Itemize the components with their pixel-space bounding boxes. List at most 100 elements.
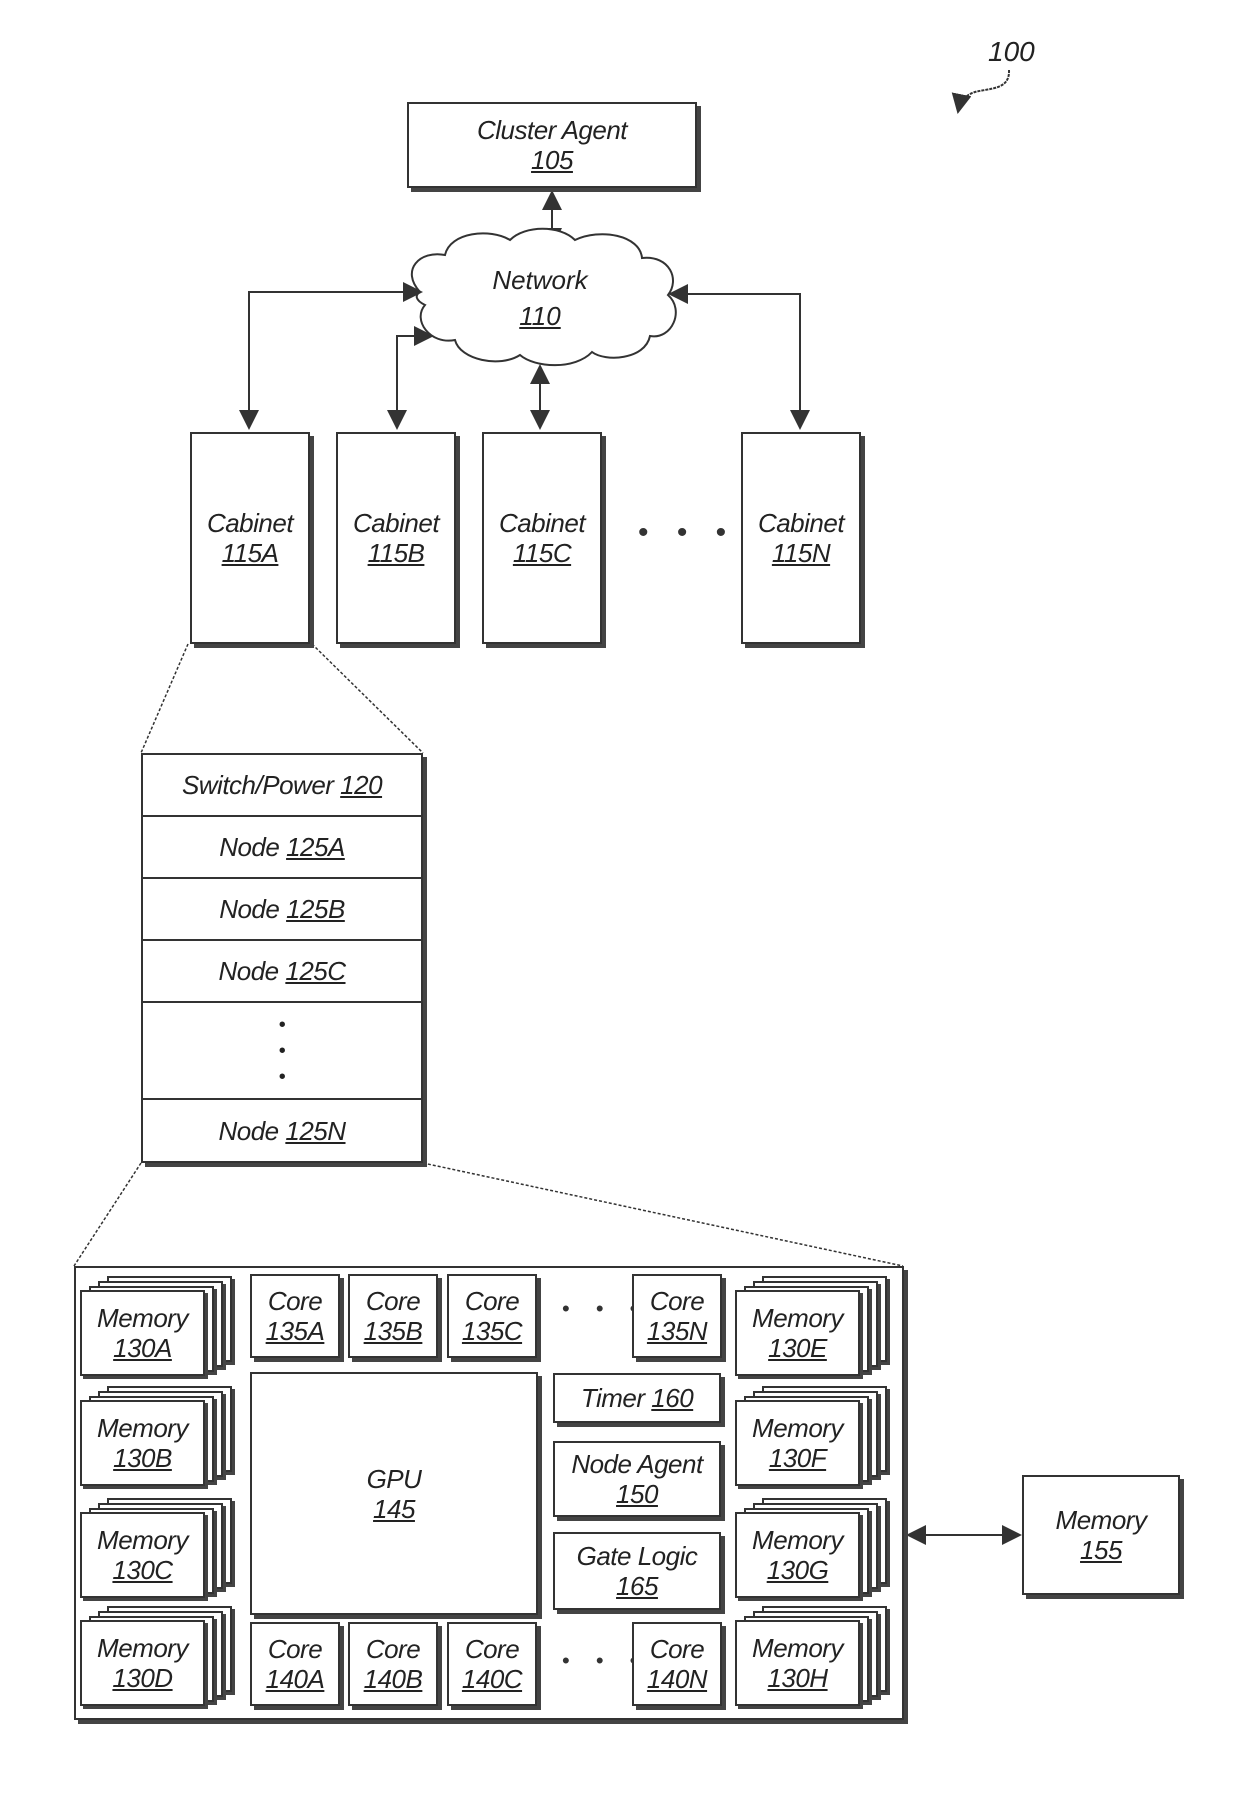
switch-power-ref: 120: [340, 770, 383, 800]
figure-ref-pointer: [951, 69, 1011, 114]
node-ref: 125N: [285, 1115, 346, 1146]
cabinet-115c: Cabinet 115C: [482, 432, 602, 644]
memory-name: Memory: [97, 1633, 188, 1663]
core-ref: 140N: [646, 1664, 708, 1694]
memory-ref: 130G: [766, 1555, 829, 1585]
cabinet-ref: 115N: [771, 538, 831, 568]
memory-name: Memory: [97, 1303, 188, 1333]
cabinet-ref: 115C: [512, 538, 572, 568]
core-140b: Core 140B: [348, 1622, 438, 1706]
memory-ref: 130D: [112, 1663, 173, 1693]
core-ref: 135B: [363, 1316, 423, 1346]
gate-logic-name: Gate Logic: [576, 1541, 698, 1571]
core-name: Core: [365, 1286, 421, 1316]
cabinet-name: Cabinet: [206, 508, 294, 538]
memory-ref: 130A: [113, 1333, 172, 1363]
core-name: Core: [267, 1634, 323, 1664]
core-135b: Core 135B: [348, 1274, 438, 1358]
zoom-line: [73, 1162, 142, 1267]
node-name: Node: [219, 832, 280, 862]
memory-name: Memory: [97, 1525, 188, 1555]
core-ref: 135C: [461, 1316, 523, 1346]
cluster-agent-ref: 105: [531, 145, 573, 175]
gpu-ref: 145: [373, 1493, 415, 1524]
memory-ref: 130C: [112, 1555, 173, 1585]
memory-name: Memory: [752, 1413, 843, 1443]
network-name: Network: [492, 265, 588, 295]
node-ellipsis-row: • • •: [143, 1003, 421, 1100]
memory-ref: 155: [1080, 1535, 1122, 1565]
timer-name: Timer: [580, 1383, 645, 1413]
core-135a: Core 135A: [250, 1274, 340, 1358]
core-140c: Core 140C: [447, 1622, 537, 1706]
core-135n: Core 135N: [632, 1274, 722, 1358]
gpu-145: GPU 145: [250, 1372, 538, 1615]
cabinet-name: Cabinet: [352, 508, 440, 538]
core-140n: Core 140N: [632, 1622, 722, 1706]
memory-name: Memory: [1055, 1505, 1147, 1535]
node-name: Node: [218, 1115, 279, 1146]
node-name: Node: [219, 894, 280, 924]
memory-name: Memory: [752, 1525, 843, 1555]
core-name: Core: [649, 1286, 705, 1316]
core-140a: Core 140A: [250, 1622, 340, 1706]
node-agent-ref: 150: [616, 1479, 658, 1509]
cabinet-detail-stack: Switch/Power 120 Node 125A Node 125B Nod…: [141, 753, 423, 1163]
memory-name: Memory: [97, 1413, 188, 1443]
node-agent-150: Node Agent 150: [553, 1441, 721, 1517]
network-label: Network 110: [480, 262, 600, 334]
cabinet-ellipsis: • • •: [638, 516, 737, 549]
memory-ref: 130F: [768, 1443, 827, 1473]
cabinet-name: Cabinet: [757, 508, 845, 538]
memory-ref: 130H: [767, 1663, 828, 1693]
arrow-network-cabinet-a: [239, 282, 423, 430]
node-ref: 125B: [286, 894, 345, 924]
node-ref: 125C: [285, 956, 346, 986]
arrow-network-cabinet-b: [387, 326, 434, 430]
zoom-line: [311, 643, 424, 754]
timer-ref: 160: [651, 1383, 694, 1413]
node-agent-name: Node Agent: [571, 1449, 703, 1479]
core-ref: 140C: [461, 1664, 523, 1694]
node-row-125n: Node 125N: [143, 1100, 421, 1161]
memory-ref: 130E: [768, 1333, 827, 1363]
zoom-line: [422, 1162, 904, 1267]
core-ref: 140B: [363, 1664, 423, 1694]
cabinet-ref: 115A: [221, 538, 279, 568]
core-name: Core: [267, 1286, 323, 1316]
cabinet-115n: Cabinet 115N: [741, 432, 861, 644]
arrow-network-cabinet-n: [668, 284, 810, 430]
memory-name: Memory: [752, 1633, 843, 1663]
cluster-agent-box: Cluster Agent 105: [407, 102, 697, 188]
core-ref: 140A: [265, 1664, 325, 1694]
core-135c: Core 135C: [447, 1274, 537, 1358]
memory-name: Memory: [752, 1303, 843, 1333]
cabinet-name: Cabinet: [498, 508, 586, 538]
core-name: Core: [464, 1286, 520, 1316]
node-row-125a: Node 125A: [143, 817, 421, 879]
gpu-name: GPU: [366, 1463, 422, 1494]
cabinet-115b: Cabinet 115B: [336, 432, 456, 644]
switch-power-name: Switch/Power: [181, 770, 334, 800]
core-name: Core: [649, 1634, 705, 1664]
gate-logic-165: Gate Logic 165: [553, 1532, 721, 1610]
core-ref: 135A: [265, 1316, 325, 1346]
figure-ref-label: 100: [988, 36, 1035, 67]
node-name: Node: [218, 956, 279, 986]
zoom-line: [140, 643, 189, 754]
cluster-agent-name: Cluster Agent: [476, 115, 628, 145]
timer-160: Timer 160: [553, 1373, 721, 1423]
node-ref: 125A: [286, 832, 345, 862]
node-row-125b: Node 125B: [143, 879, 421, 941]
cabinet-115a: Cabinet 115A: [190, 432, 310, 644]
memory-ref: 130B: [113, 1443, 172, 1473]
core-ref: 135N: [646, 1316, 708, 1346]
cabinet-ref: 115B: [367, 538, 425, 568]
gate-logic-ref: 165: [616, 1571, 658, 1601]
core-name: Core: [365, 1634, 421, 1664]
network-ref: 110: [519, 301, 561, 331]
memory-155: Memory 155: [1022, 1475, 1180, 1595]
core-name: Core: [464, 1634, 520, 1664]
switch-power-row: Switch/Power 120: [143, 755, 421, 817]
node-row-125c: Node 125C: [143, 941, 421, 1003]
